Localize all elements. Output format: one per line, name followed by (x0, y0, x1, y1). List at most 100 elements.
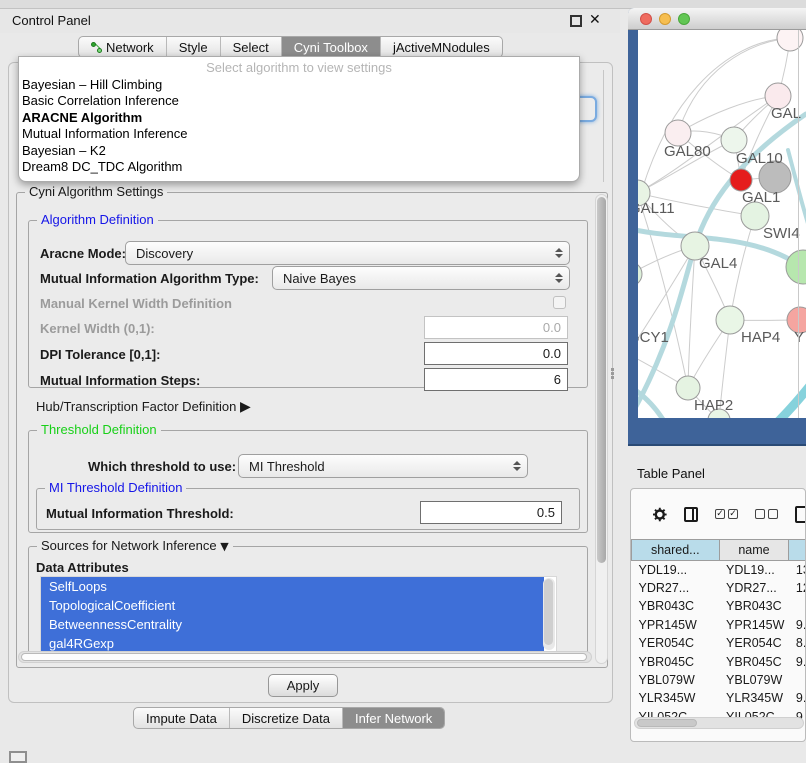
data-attributes-list[interactable]: SelfLoopsTopologicalCoefficientBetweenne… (40, 576, 557, 652)
mi-threshold-label: Mutual Information Threshold: (46, 506, 234, 521)
algorithm-option[interactable]: Basic Correlation Inference (19, 93, 579, 109)
table-cell: YBL079W (632, 671, 720, 689)
network-window-titlebar[interactable] (628, 8, 806, 30)
cyni-settings-title: Cyni Algorithm Settings (25, 184, 167, 199)
table-row[interactable]: YBR045CYBR045C9. (632, 652, 806, 670)
column-header[interactable]: A (789, 540, 806, 561)
tab-cyni-toolbox[interactable]: Cyni Toolbox (282, 37, 381, 57)
settings-scrollbar[interactable] (595, 194, 608, 664)
manual-kernel-checkbox[interactable] (553, 296, 566, 309)
node-label: HAP2 (694, 397, 733, 414)
spinner-arrows-icon (509, 461, 527, 471)
tab-label: Style (179, 40, 208, 55)
columns-icon[interactable] (684, 507, 698, 522)
table-row[interactable]: YER054CYER054C8. (632, 634, 806, 652)
sources-toggle[interactable]: Sources for Network Inference ▼ (37, 538, 233, 553)
network-nodes[interactable] (638, 30, 806, 418)
table-cell: YDL19... (719, 561, 789, 579)
table-cell: YDR27... (632, 579, 720, 597)
dpi-tolerance-label: DPI Tolerance [0,1]: (40, 347, 160, 362)
node-label: GAL1 (742, 189, 780, 206)
network-node[interactable] (730, 169, 752, 191)
column-header[interactable]: name (719, 540, 789, 561)
table-cell: YER054C (719, 634, 789, 652)
mi-type-value: Naive Bayes (273, 271, 551, 286)
network-node[interactable] (786, 250, 806, 284)
node-label: GAL11 (638, 200, 675, 217)
node-label: GAL4 (699, 255, 737, 272)
column-header[interactable]: shared... (632, 540, 720, 561)
tab-discretize-data[interactable]: Discretize Data (230, 708, 343, 728)
table-row[interactable]: YBR043CYBR043C (632, 597, 806, 615)
unchecked-boxes-icon[interactable] (755, 509, 778, 519)
algorithm-option[interactable]: Bayesian – K2 (19, 143, 579, 159)
float-window-icon[interactable] (570, 15, 582, 27)
algorithm-option[interactable]: Bayesian – Hill Climbing (19, 77, 579, 93)
attribute-item[interactable]: SelfLoops (41, 577, 544, 596)
tab-jactivemnodules[interactable]: jActiveMNodules (381, 37, 502, 57)
algorithm-option[interactable]: Dream8 DC_TDC Algorithm (19, 159, 579, 175)
table-cell: 9. (789, 689, 806, 707)
close-panel-icon[interactable]: ✕ (589, 12, 601, 28)
checked-boxes-icon[interactable]: ✓✓ (715, 509, 738, 519)
table-cell: YBR045C (719, 652, 789, 670)
minimize-window-icon[interactable] (659, 13, 671, 25)
tab-network[interactable]: Network (79, 37, 167, 57)
table-row[interactable]: YDL19...YDL19...13 (632, 561, 806, 579)
splitter-gripper[interactable] (609, 367, 616, 378)
tab-select[interactable]: Select (221, 37, 282, 57)
kernel-width-field[interactable]: 0.0 (424, 316, 568, 339)
data-tabs: Impute DataDiscretize DataInfer Network (133, 707, 445, 729)
attribute-item[interactable]: BetweennessCentrality (41, 615, 544, 634)
attributes-scrollbar-thumb[interactable] (544, 579, 553, 645)
tab-infer-network[interactable]: Infer Network (343, 708, 444, 728)
table-row[interactable]: YBL079WYBL079W (632, 671, 806, 689)
table-cell: 9. (789, 652, 806, 670)
mi-steps-label: Mutual Information Steps: (40, 373, 200, 388)
algorithm-option[interactable]: ARACNE Algorithm (19, 110, 579, 126)
document-icon[interactable] (795, 506, 806, 523)
gear-icon[interactable] (653, 506, 667, 523)
network-node[interactable] (716, 306, 744, 334)
settings-hscrollbar-thumb[interactable] (21, 653, 587, 661)
settings-scrollbar-thumb[interactable] (597, 197, 606, 563)
mi-steps-field[interactable]: 6 (424, 368, 568, 391)
tab-label: jActiveMNodules (393, 40, 490, 55)
tab-label: Network (106, 40, 154, 55)
aracne-mode-combobox[interactable]: Discovery (125, 241, 570, 265)
which-threshold-value: MI Threshold (239, 459, 509, 474)
hub-definition-toggle[interactable]: Hub/Transcription Factor Definition ▶ (36, 399, 251, 415)
close-window-icon[interactable] (640, 13, 652, 25)
minimized-panel-icon[interactable] (9, 751, 27, 763)
dpi-tolerance-field[interactable]: 0.0 (424, 342, 568, 365)
attribute-item[interactable]: gal4RGexp (41, 634, 544, 652)
table-row[interactable]: YLR345WYLR345W9. (632, 689, 806, 707)
network-node-labels: GALGAL80GAL10GAL1GAL11SWI4GAL4GCY1HAP4YH… (638, 105, 804, 414)
network-node[interactable] (777, 30, 803, 51)
settings-hscrollbar[interactable] (18, 651, 592, 663)
table-row[interactable]: YDR27...YDR27...12 (632, 579, 806, 597)
table-hscrollbar-thumb[interactable] (637, 719, 697, 727)
attribute-item[interactable]: TopologicalCoefficient (41, 596, 544, 615)
tab-style[interactable]: Style (167, 37, 221, 57)
inference-group-edge (603, 70, 604, 182)
table-cell: YPR145W (719, 616, 789, 634)
tab-label: Select (233, 40, 269, 55)
spinner-arrows-icon (551, 248, 569, 258)
network-icon (91, 42, 102, 53)
attributes-scrollbar[interactable] (543, 578, 555, 650)
network-canvas[interactable]: GALGAL80GAL10GAL1GAL11SWI4GAL4GCY1HAP4YH… (638, 30, 806, 418)
which-threshold-combobox[interactable]: MI Threshold (238, 454, 528, 478)
aracne-mode-label: Aracne Mode: (40, 246, 126, 261)
zoom-window-icon[interactable] (678, 13, 690, 25)
mi-threshold-field[interactable]: 0.5 (420, 501, 562, 524)
table-hscrollbar[interactable] (634, 717, 804, 729)
tab-impute-data[interactable]: Impute Data (134, 708, 230, 728)
table-panel-title: Table Panel (637, 466, 705, 481)
table-toolbar: ✓✓ (631, 489, 806, 539)
table-row[interactable]: YPR145WYPR145W9. (632, 616, 806, 634)
mi-type-combobox[interactable]: Naive Bayes (272, 266, 570, 290)
network-node[interactable] (638, 262, 642, 286)
apply-button[interactable]: Apply (268, 674, 338, 697)
algorithm-option[interactable]: Mutual Information Inference (19, 126, 579, 142)
